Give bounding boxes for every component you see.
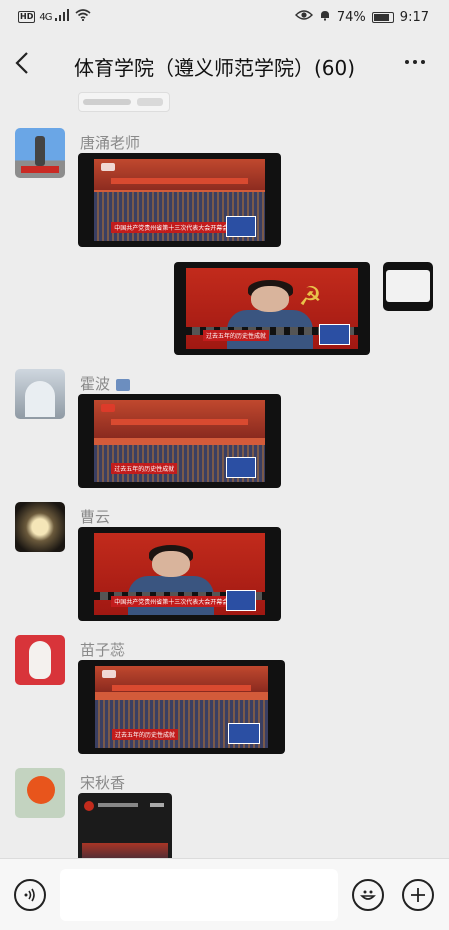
video-message[interactable] [78, 793, 172, 858]
video-caption: 过去五年的历史性成就 [203, 330, 270, 342]
sender-name: 宋秋香 [80, 774, 126, 792]
video-frame: 过去五年的历史性成就 [94, 665, 269, 749]
sign-language-inset [225, 456, 257, 479]
voice-icon[interactable] [14, 879, 46, 911]
sign-language-inset [225, 215, 257, 238]
video-caption: 中国共产党贵州省第十三次代表大会开幕会 [111, 222, 232, 234]
video-message[interactable]: ☭ 过去五年的历史性成就 [174, 262, 370, 355]
battery-icon [371, 11, 394, 23]
heart-doodle [386, 270, 430, 302]
status-bar: HD 4G 74% 9:17 [0, 0, 449, 34]
avatar[interactable] [15, 502, 65, 552]
page-title: 体育学院（遵义师范学院）(60) [74, 56, 356, 80]
sender-name: 苗子蕊 [80, 641, 126, 659]
video-message[interactable]: 中国共产党贵州省第十三次代表大会开幕会 [78, 153, 281, 247]
avatar[interactable] [15, 369, 65, 419]
rabbit-icon [29, 641, 51, 679]
time: 9:17 [399, 9, 429, 25]
sign-icon [21, 166, 59, 173]
video-message[interactable] [78, 92, 170, 112]
sign-language-inset [318, 324, 350, 346]
more-icon[interactable] [403, 44, 427, 74]
video-message[interactable]: 过去五年的历史性成就 [78, 394, 281, 488]
video-frame: 过去五年的历史性成就 [94, 399, 265, 483]
avatar[interactable] [383, 262, 433, 311]
video-frame: 中国共产党贵州省第十三次代表大会开幕会 [94, 532, 265, 616]
eye-icon [294, 9, 313, 25]
video-message[interactable]: 中国共产党贵州省第十三次代表大会开幕会 [78, 527, 281, 621]
sender-name: 曹云 [80, 508, 111, 526]
sender-label: 霍波 [80, 375, 111, 393]
video-caption: 中国共产党贵州省第十三次代表大会开幕会 [111, 596, 232, 608]
badge-icon [116, 378, 131, 391]
video-message[interactable]: 过去五年的历史性成就 [78, 660, 285, 754]
network-label: 4G [39, 11, 52, 23]
video-frame: 中国共产党贵州省第十三次代表大会开幕会 [94, 158, 265, 242]
wifi-icon [75, 9, 91, 25]
alarm-icon [319, 9, 331, 25]
battery-percent: 74% [336, 9, 366, 25]
hd-icon: HD [18, 11, 36, 23]
profile-avatar [84, 801, 94, 811]
profile-text [98, 803, 138, 807]
couple-photo [25, 381, 55, 417]
message-input[interactable] [60, 869, 338, 921]
video-thumbnail-partial [82, 843, 168, 858]
chevron-left-icon[interactable] [14, 50, 30, 81]
video-caption: 过去五年的历史性成就 [111, 463, 178, 475]
avatar[interactable] [15, 768, 65, 818]
flower-icon [27, 776, 55, 804]
input-bar [0, 858, 449, 930]
plus-icon[interactable] [402, 879, 434, 911]
sender-name: 霍波 [80, 373, 131, 394]
video-frame: ☭ 过去五年的历史性成就 [185, 267, 359, 350]
statue-icon [35, 136, 45, 166]
message-list[interactable]: 唐涌老师 中国共产党贵州省第十三次代表大会开幕会 ☭ 过去五年的历史性成就 霍波 [0, 92, 449, 858]
sign-language-inset [228, 722, 260, 745]
video-caption: 过去五年的历史性成就 [111, 729, 178, 741]
chat-header: 体育学院（遵义师范学院）(60) [0, 34, 449, 92]
share-icon [150, 803, 164, 807]
video-thumbnail-partial [83, 99, 131, 105]
cloud-icon [137, 98, 163, 106]
sign-language-inset [225, 589, 257, 612]
avatar[interactable] [15, 128, 65, 178]
avatar[interactable] [15, 635, 65, 685]
emoji-icon[interactable] [352, 879, 384, 911]
signal-icon [55, 9, 71, 25]
emblem-icon: ☭ [298, 282, 322, 313]
sender-name: 唐涌老师 [80, 134, 141, 152]
